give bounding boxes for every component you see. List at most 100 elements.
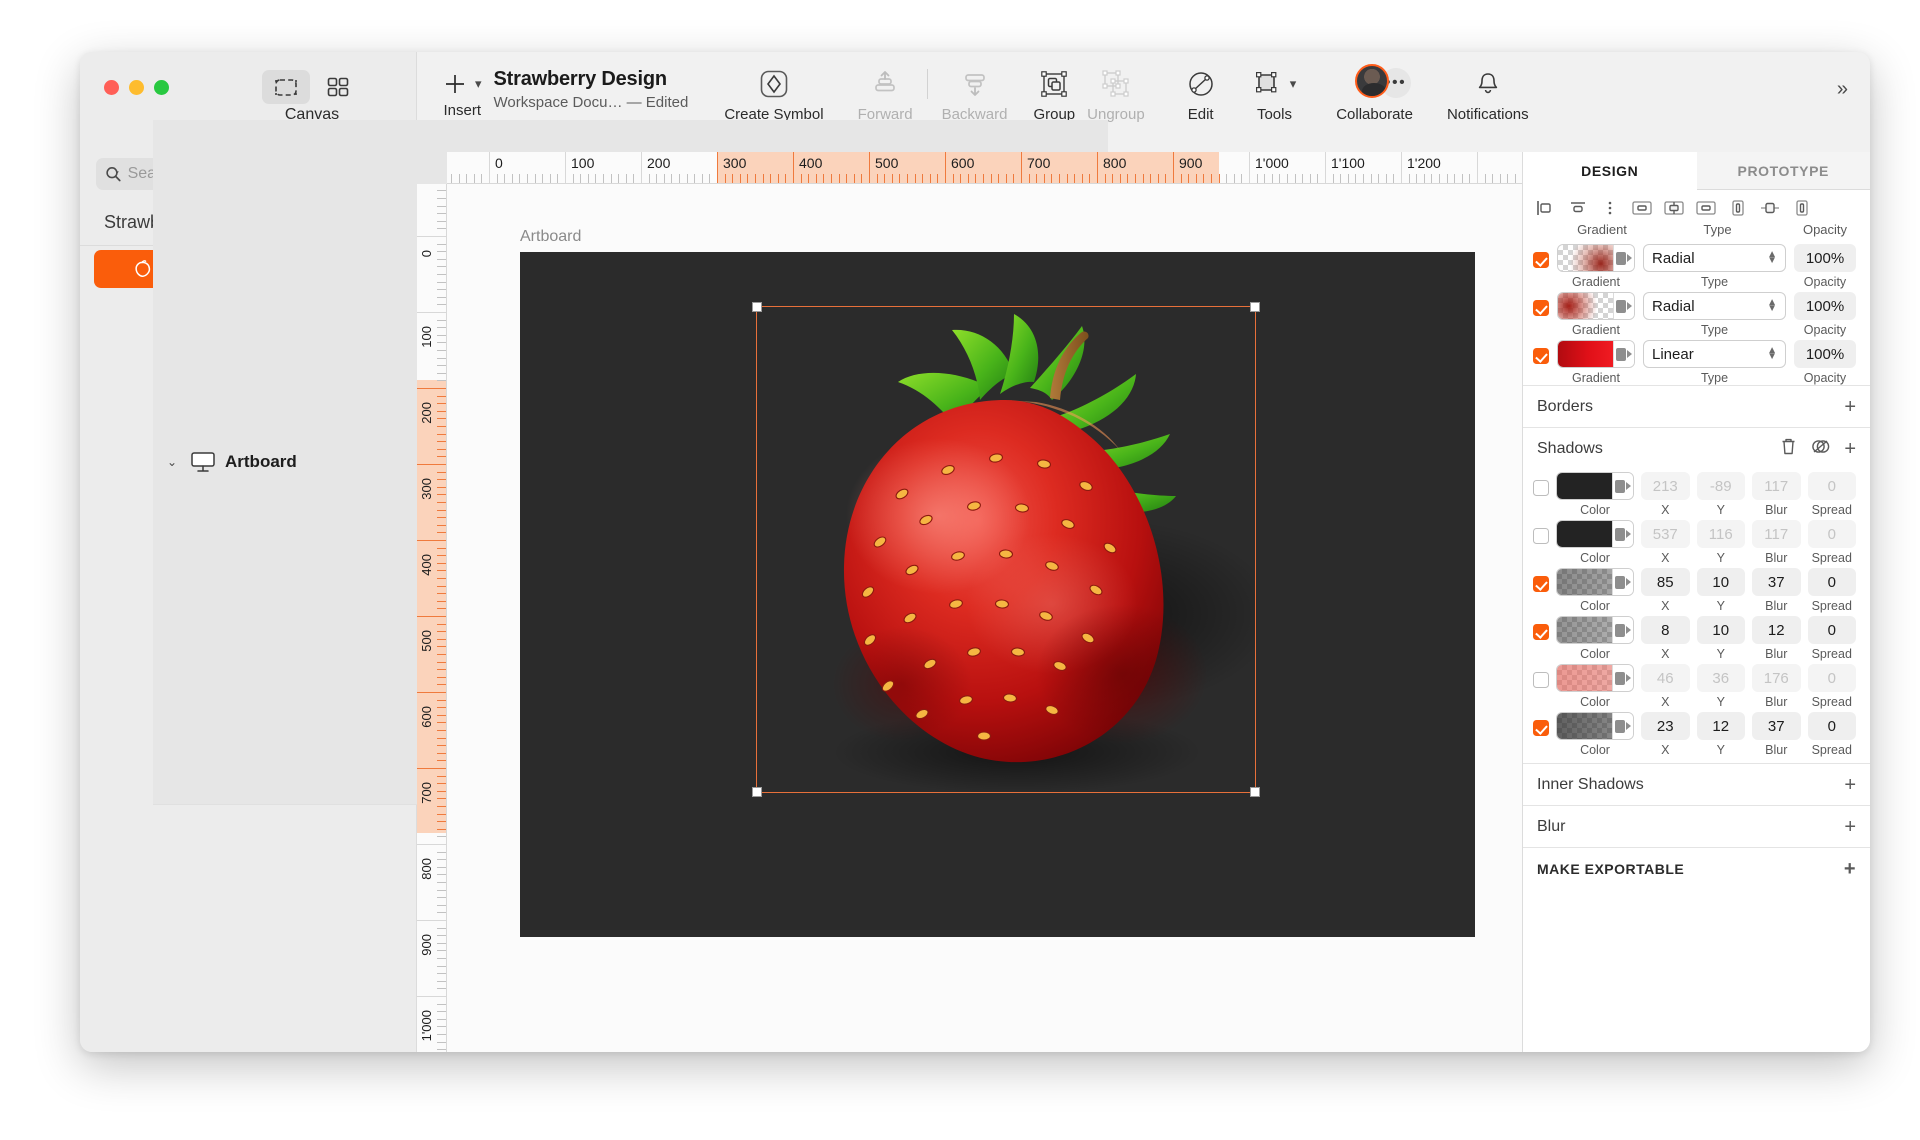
shadow-blur-input[interactable]: 37 bbox=[1752, 712, 1801, 740]
fill-opacity-input[interactable]: 100% bbox=[1794, 340, 1856, 368]
shadow-color-swatch[interactable] bbox=[1556, 616, 1634, 644]
align-left-icon[interactable] bbox=[1531, 196, 1561, 220]
distribute-icon[interactable] bbox=[1595, 196, 1625, 220]
shadow-color-swatch[interactable] bbox=[1556, 664, 1634, 692]
shadow-spread-input[interactable]: 0 bbox=[1807, 712, 1856, 740]
fill-opacity-input[interactable]: 100% bbox=[1794, 292, 1856, 320]
toolbar-item-edit[interactable]: Edit bbox=[1177, 66, 1225, 123]
shadow-enabled-checkbox[interactable] bbox=[1533, 480, 1549, 496]
toolbar-item-insert[interactable]: ▾ Insert bbox=[417, 66, 482, 119]
shadow-enabled-checkbox[interactable] bbox=[1533, 528, 1549, 544]
fill-enabled-checkbox[interactable] bbox=[1533, 300, 1549, 316]
fill-enabled-checkbox[interactable] bbox=[1533, 348, 1549, 364]
shadow-color-picker-button[interactable] bbox=[1612, 617, 1633, 643]
shadow-color-picker-button[interactable] bbox=[1612, 713, 1633, 739]
shadow-color-picker-button[interactable] bbox=[1612, 473, 1633, 499]
shadow-color-swatch[interactable] bbox=[1556, 712, 1634, 740]
fill-gradient-swatch[interactable] bbox=[1557, 292, 1635, 320]
add-inner-shadow-button[interactable]: + bbox=[1844, 775, 1856, 795]
add-border-button[interactable]: + bbox=[1844, 397, 1856, 417]
trash-icon[interactable] bbox=[1780, 437, 1797, 461]
shadow-blur-input[interactable]: 176 bbox=[1752, 664, 1801, 692]
toolbar-item-group[interactable]: Group bbox=[1027, 66, 1081, 123]
shadow-enabled-checkbox[interactable] bbox=[1533, 720, 1549, 736]
shadow-color-picker-button[interactable] bbox=[1612, 569, 1633, 595]
distribute-h-icon[interactable] bbox=[1755, 196, 1785, 220]
tab-prototype[interactable]: PROTOTYPE bbox=[1696, 152, 1870, 190]
vertical-ruler[interactable]: 0 100 200 300 400 500 600 700 800 900 1'000 bbox=[417, 184, 447, 1052]
toolbar-item-tools[interactable]: ▾ Tools bbox=[1247, 66, 1303, 123]
shadow-color-swatch[interactable] bbox=[1556, 472, 1634, 500]
shadow-spread-input[interactable]: 0 bbox=[1807, 616, 1856, 644]
toolbar-item-backward[interactable]: Backward bbox=[936, 66, 1014, 123]
align-middle-v-icon[interactable] bbox=[1659, 196, 1689, 220]
fill-gradient-swatch[interactable] bbox=[1557, 244, 1635, 272]
shadow-enabled-checkbox[interactable] bbox=[1533, 624, 1549, 640]
stepper-icon[interactable]: ▲ ▼ bbox=[1767, 346, 1777, 362]
inspector-scroll[interactable]: Gradient Type Opacity Gradient Radial ▲ ▼ Ty… bbox=[1523, 190, 1870, 1052]
shadow-spread-input[interactable]: 0 bbox=[1807, 520, 1856, 548]
shadow-y-input[interactable]: 36 bbox=[1696, 664, 1745, 692]
toolbar-item-ungroup[interactable]: Ungroup bbox=[1081, 66, 1151, 123]
shadow-color-swatch[interactable] bbox=[1556, 520, 1634, 548]
align-vertical-icon[interactable] bbox=[1723, 196, 1753, 220]
align-top-icon[interactable] bbox=[1627, 196, 1657, 220]
shadow-blur-input[interactable]: 12 bbox=[1752, 616, 1801, 644]
horizontal-ruler[interactable]: 0 100 200 300 400 500 600 700 800 900 1'000 1'100 1'… bbox=[447, 152, 1522, 184]
fill-type-select[interactable]: Linear ▲ ▼ bbox=[1643, 340, 1786, 368]
add-shadow-button[interactable]: + bbox=[1844, 439, 1856, 459]
shadow-blur-input[interactable]: 117 bbox=[1752, 472, 1801, 500]
fill-type-select[interactable]: Radial ▲ ▼ bbox=[1643, 244, 1786, 272]
chevron-down-icon[interactable]: ⌄ bbox=[167, 455, 181, 469]
close-window-button[interactable] bbox=[104, 80, 119, 95]
shadow-blur-input[interactable]: 37 bbox=[1752, 568, 1801, 596]
fill-color-picker-button[interactable] bbox=[1613, 341, 1634, 367]
shadow-color-swatch[interactable] bbox=[1556, 568, 1634, 596]
shadow-y-input[interactable]: 116 bbox=[1696, 520, 1745, 548]
artboard-label[interactable]: Artboard bbox=[520, 228, 581, 246]
tab-design[interactable]: DESIGN bbox=[1523, 152, 1697, 190]
fill-color-picker-button[interactable] bbox=[1613, 245, 1634, 271]
shadow-enabled-checkbox[interactable] bbox=[1533, 576, 1549, 592]
align-center-h-icon[interactable] bbox=[1563, 196, 1593, 220]
shadow-x-input[interactable]: 23 bbox=[1641, 712, 1690, 740]
fill-color-picker-button[interactable] bbox=[1613, 293, 1634, 319]
shadow-spread-input[interactable]: 0 bbox=[1807, 472, 1856, 500]
stepper-icon[interactable]: ▲ ▼ bbox=[1767, 250, 1777, 266]
toolbar-item-forward[interactable]: Forward bbox=[852, 66, 919, 123]
fill-type-select[interactable]: Radial ▲ ▼ bbox=[1643, 292, 1786, 320]
canvas-viewport[interactable]: Artboard bbox=[447, 184, 1522, 1052]
canvas-view-button[interactable] bbox=[262, 70, 310, 104]
distribute-v-icon[interactable] bbox=[1787, 196, 1817, 220]
avatar[interactable] bbox=[1354, 64, 1389, 98]
add-export-button[interactable]: + bbox=[1844, 859, 1856, 879]
shadow-x-input[interactable]: 46 bbox=[1641, 664, 1690, 692]
shadow-x-input[interactable]: 85 bbox=[1641, 568, 1690, 596]
shadow-y-input[interactable]: 12 bbox=[1696, 712, 1745, 740]
shadow-x-input[interactable]: 8 bbox=[1641, 616, 1690, 644]
toolbar-item-notifications[interactable]: Notifications bbox=[1441, 66, 1535, 123]
maximize-window-button[interactable] bbox=[154, 80, 169, 95]
shadow-color-picker-button[interactable] bbox=[1612, 665, 1633, 691]
chevron-down-icon[interactable]: ▾ bbox=[1290, 76, 1297, 92]
shadow-blur-input[interactable]: 117 bbox=[1752, 520, 1801, 548]
toolbar-item-collaborate[interactable]: ••• Collaborate bbox=[1330, 64, 1419, 123]
strawberry-artwork[interactable] bbox=[752, 304, 1277, 794]
shadow-x-input[interactable]: 213 bbox=[1641, 472, 1690, 500]
fill-enabled-checkbox[interactable] bbox=[1533, 252, 1549, 268]
minimize-window-button[interactable] bbox=[129, 80, 144, 95]
toolbar-item-create-symbol[interactable]: Create Symbol bbox=[718, 66, 829, 123]
align-bottom-icon[interactable] bbox=[1691, 196, 1721, 220]
shadow-enabled-checkbox[interactable] bbox=[1533, 672, 1549, 688]
shadow-color-picker-button[interactable] bbox=[1612, 521, 1633, 547]
add-blur-button[interactable]: + bbox=[1844, 817, 1856, 837]
toolbar-overflow-button[interactable]: » bbox=[1837, 78, 1848, 101]
shadow-spread-input[interactable]: 0 bbox=[1807, 568, 1856, 596]
shadow-y-input[interactable]: 10 bbox=[1696, 568, 1745, 596]
shadow-y-input[interactable]: -89 bbox=[1696, 472, 1745, 500]
fill-opacity-input[interactable]: 100% bbox=[1794, 244, 1856, 272]
artboard[interactable] bbox=[520, 252, 1475, 937]
shadow-y-input[interactable]: 10 bbox=[1696, 616, 1745, 644]
shadow-x-input[interactable]: 537 bbox=[1641, 520, 1690, 548]
fill-gradient-swatch[interactable] bbox=[1557, 340, 1635, 368]
